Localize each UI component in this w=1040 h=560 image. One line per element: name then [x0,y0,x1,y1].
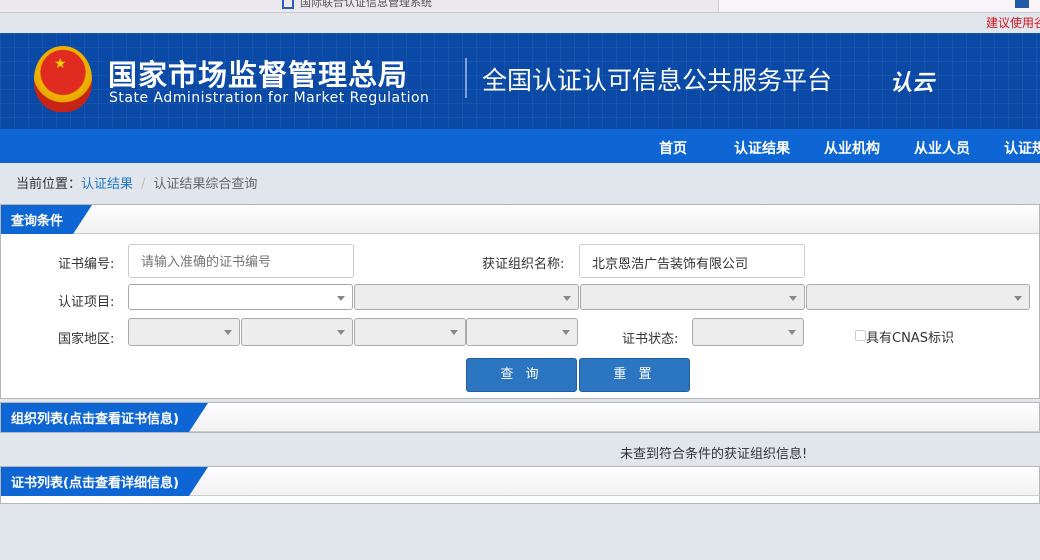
browser-tab[interactable]: 国际联合认证信息管理系统 [282,0,432,10]
region-select-2[interactable] [241,318,353,346]
region-select-3[interactable] [354,318,466,346]
project-select-1[interactable] [128,284,353,310]
platform-title: 全国认证认可信息公共服务平台 [482,66,833,95]
project-select-2[interactable] [354,284,579,310]
reset-button[interactable]: 重 置 [579,358,690,392]
site-icon [282,0,294,9]
org-name-label: 获证组织名称: [482,257,565,272]
breadcrumb: 当前位置：认证结果 / 认证结果综合查询 [16,173,257,192]
cnas-label: 具有CNAS标识 [866,331,954,346]
org-list-panel: 组织列表(点击查看证书信息) [0,402,1040,433]
nav-cert-results[interactable]: 认证结果 [734,138,790,158]
nav-cert-rules[interactable]: 认证规则 [1004,138,1040,158]
project-label: 认证项目: [58,295,115,310]
cert-list-panel: 证书列表(点击查看详细信息) [0,466,1040,504]
breadcrumb-link[interactable]: 认证结果 [81,177,133,192]
breadcrumb-label: 当前位置： [16,177,82,192]
main-nav: 首页 认证结果 从业机构 从业人员 认证规则 [0,129,1040,163]
cnas-checkbox[interactable] [855,330,866,341]
panel-title: 组织列表(点击查看证书信息) [1,403,208,432]
status-select[interactable] [692,318,804,346]
nav-institutions[interactable]: 从业机构 [824,138,880,158]
browser-tabstrip: 国际联合认证信息管理系统 [0,0,1040,13]
cert-no-label: 证书编号: [58,257,115,272]
status-label: 证书状态: [622,332,679,347]
org-name-en: State Administration for Market Regulati… [109,90,430,106]
browser-tab-active[interactable] [718,0,1040,12]
org-name-cn: 国家市场监督管理总局 [108,58,409,92]
region-label: 国家地区: [58,332,115,347]
breadcrumb-current: 认证结果综合查询 [153,177,258,192]
nav-personnel[interactable]: 从业人员 [914,138,970,158]
divider [465,58,467,98]
nav-home[interactable]: 首页 [659,138,687,158]
header-banner: ★ 国家市场监督管理总局 State Administration for Ma… [0,33,1040,129]
browser-notice: 建议使用谷歌浏览器 [986,16,1040,30]
panel-title: 证书列表(点击查看详细信息) [1,467,208,496]
empty-message: 未查到符合条件的获证组织信息! [620,447,808,462]
renyun-logo: 认云 [890,71,935,96]
panel-title: 查询条件 [1,205,93,234]
national-emblem-icon: ★ [34,46,92,112]
search-button[interactable]: 查 询 [466,358,577,392]
region-select-4[interactable] [466,318,578,346]
project-select-4[interactable] [806,284,1030,310]
site-icon [1015,0,1029,8]
region-select-1[interactable] [128,318,240,346]
cert-no-input[interactable] [128,244,354,278]
breadcrumb-separator: / [141,177,146,192]
org-name-input[interactable]: 北京恩浩广告装饰有限公司 [579,244,805,278]
project-select-3[interactable] [580,284,805,310]
